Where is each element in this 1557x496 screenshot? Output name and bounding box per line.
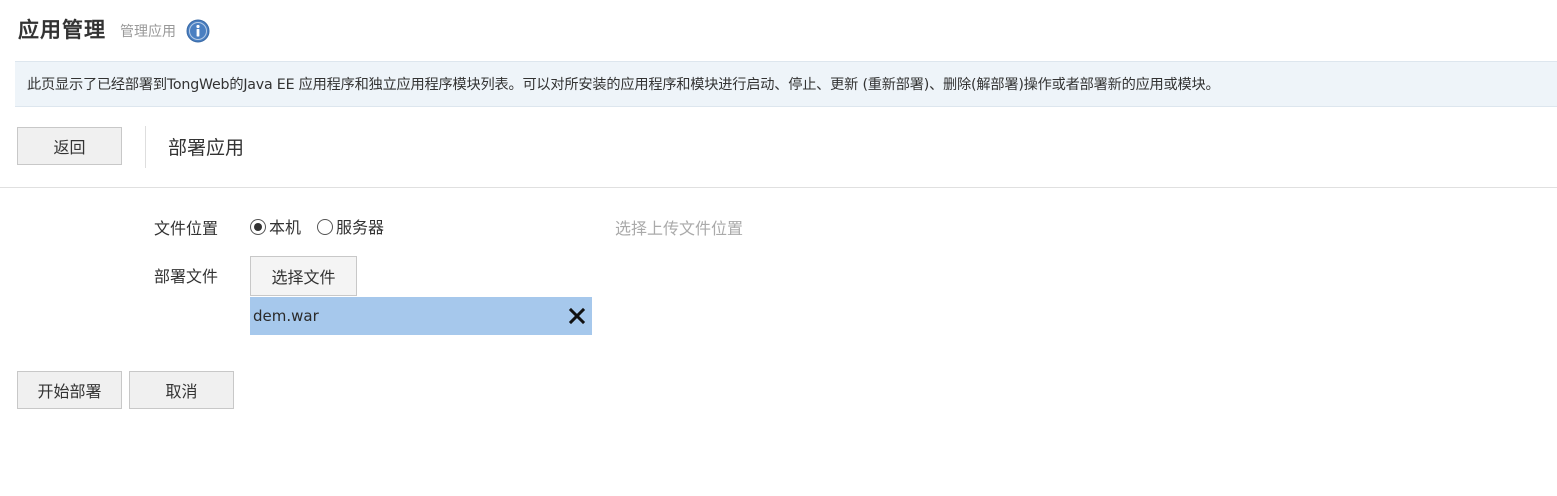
section-title: 部署应用 bbox=[168, 137, 245, 159]
choose-file-button[interactable]: 选择文件 bbox=[250, 256, 357, 296]
page-title: 应用管理 bbox=[18, 18, 106, 42]
cancel-button[interactable]: 取消 bbox=[129, 371, 234, 409]
page: 应用管理 管理应用 此页显示了已经部署到TongWeb的Java EE 应用程序… bbox=[0, 0, 1557, 496]
start-deploy-button[interactable]: 开始部署 bbox=[17, 371, 122, 409]
deploy-file-label: 部署文件 bbox=[154, 267, 219, 286]
selected-file-item: dem.war bbox=[250, 297, 592, 335]
selected-file-name: dem.war bbox=[253, 307, 319, 325]
radio-server-label: 服务器 bbox=[336, 218, 385, 237]
page-subtitle: 管理应用 bbox=[120, 24, 176, 40]
close-icon[interactable] bbox=[566, 305, 588, 327]
radio-local[interactable]: 本机 bbox=[250, 214, 301, 238]
file-location-radio-group: 本机 服务器 bbox=[250, 214, 384, 238]
radio-server-circle[interactable] bbox=[317, 219, 334, 235]
info-circle-icon[interactable] bbox=[186, 19, 210, 43]
file-location-label: 文件位置 bbox=[154, 219, 219, 238]
back-button[interactable]: 返回 bbox=[17, 127, 122, 165]
radio-local-circle[interactable] bbox=[250, 219, 266, 235]
radio-local-label: 本机 bbox=[269, 218, 302, 237]
file-location-hint: 选择上传文件位置 bbox=[615, 219, 744, 238]
description-bar: 此页显示了已经部署到TongWeb的Java EE 应用程序和独立应用程序模块列… bbox=[15, 61, 1557, 107]
radio-server[interactable]: 服务器 bbox=[317, 214, 384, 238]
toolbar-divider bbox=[145, 126, 146, 168]
header-divider bbox=[0, 187, 1557, 188]
page-header: 应用管理 管理应用 bbox=[18, 12, 210, 46]
page-description: 此页显示了已经部署到TongWeb的Java EE 应用程序和独立应用程序模块列… bbox=[27, 77, 1220, 93]
